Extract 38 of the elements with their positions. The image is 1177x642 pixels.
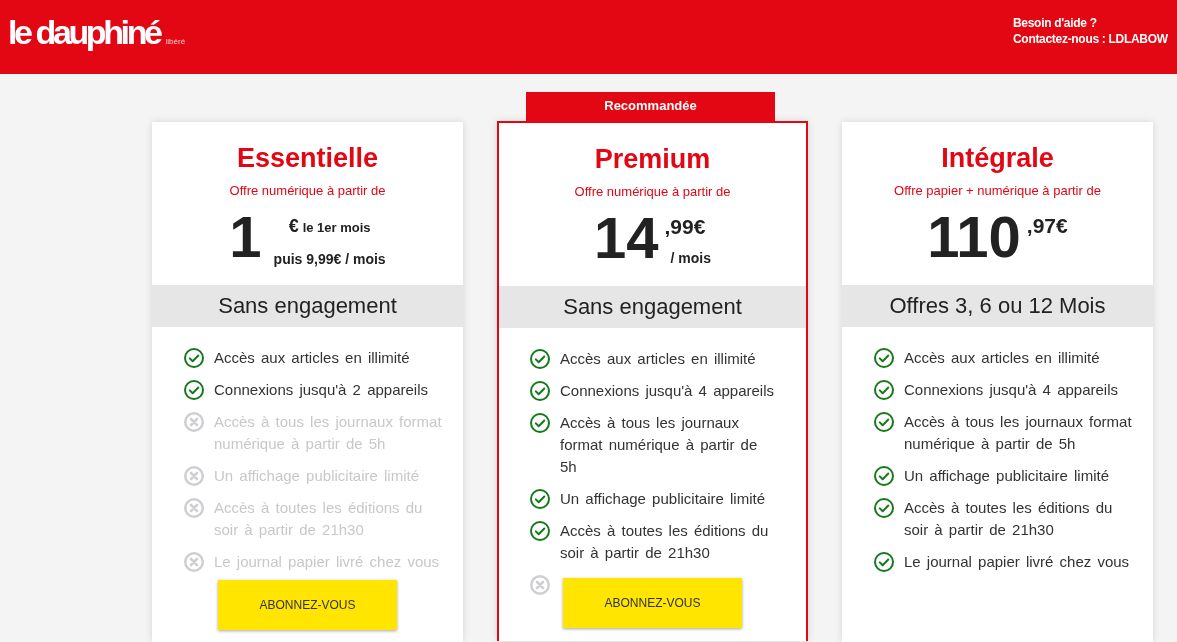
feature-text: Un affichage publicitaire limité	[560, 489, 766, 509]
price-cents: ,97€	[1026, 213, 1068, 239]
price-cents: ,99€	[664, 214, 706, 240]
feature-text: Accès à tous les journaux format numérique à partir de 5h	[904, 412, 1133, 454]
feature-text: Le journal papier livré chez vous	[904, 552, 1131, 572]
plan-subtitle: Offre numérique à partir de	[574, 184, 731, 200]
help-heading: Besoin d'aide ?	[1013, 15, 1097, 31]
feature-text: Accès aux articles en illimité	[214, 348, 411, 368]
logo-wordmark: le dauphiné	[8, 15, 160, 49]
plan-title: Intégrale	[941, 142, 1054, 175]
feature-text: Connexions jusqu'à 4 appareils	[560, 381, 775, 401]
feature-text: Accès aux articles en illimité	[560, 349, 757, 369]
feature-text: Accès à tous les journaux format numérique à partir de 5h	[560, 413, 759, 477]
help-contact: Contactez-nous : LDLABOW	[1013, 31, 1168, 47]
commitment-banner: Sans engagement	[499, 286, 806, 328]
price-period: / mois	[670, 249, 711, 267]
plan-subtitle: Offre papier + numérique à partir de	[894, 183, 1101, 199]
subscribe-button[interactable]: ABONNEZ-VOUS	[218, 580, 397, 630]
commitment-banner: Sans engagement	[152, 285, 463, 327]
price-currency: €	[288, 216, 299, 236]
feature-text: Un affichage publicitaire limité	[904, 466, 1110, 486]
plan-title: Essentielle	[236, 142, 379, 175]
feature-text: Accès aux articles en illimité	[904, 348, 1101, 368]
plan-subtitle: Offre numérique à partir de	[229, 183, 386, 199]
logo-tagline: libéré	[165, 38, 186, 46]
feature-text: Connexions jusqu'à 2 appareils	[214, 380, 429, 400]
price-after-note: puis 9,99€ / mois	[273, 250, 386, 268]
price-amount: 110	[927, 207, 1021, 267]
price-amount: 14	[594, 208, 659, 268]
feature-text: Accès à toutes les éditions du soir à partir de 21h30	[904, 498, 1114, 540]
subscribe-button[interactable]: ABONNEZ-VOUS	[563, 578, 742, 628]
recommended-badge: Recommandée	[526, 92, 775, 121]
price-note: le 1er mois	[302, 220, 371, 235]
feature-text: Connexions jusqu'à 4 appareils	[904, 380, 1119, 400]
plan-title: Premium	[594, 143, 711, 176]
feature-text: Accès à toutes les éditions du soir à partir de 21h30	[560, 521, 770, 563]
price-amount: 1	[229, 207, 262, 267]
commitment-banner: Offres 3, 6 ou 12 Mois	[842, 285, 1153, 327]
